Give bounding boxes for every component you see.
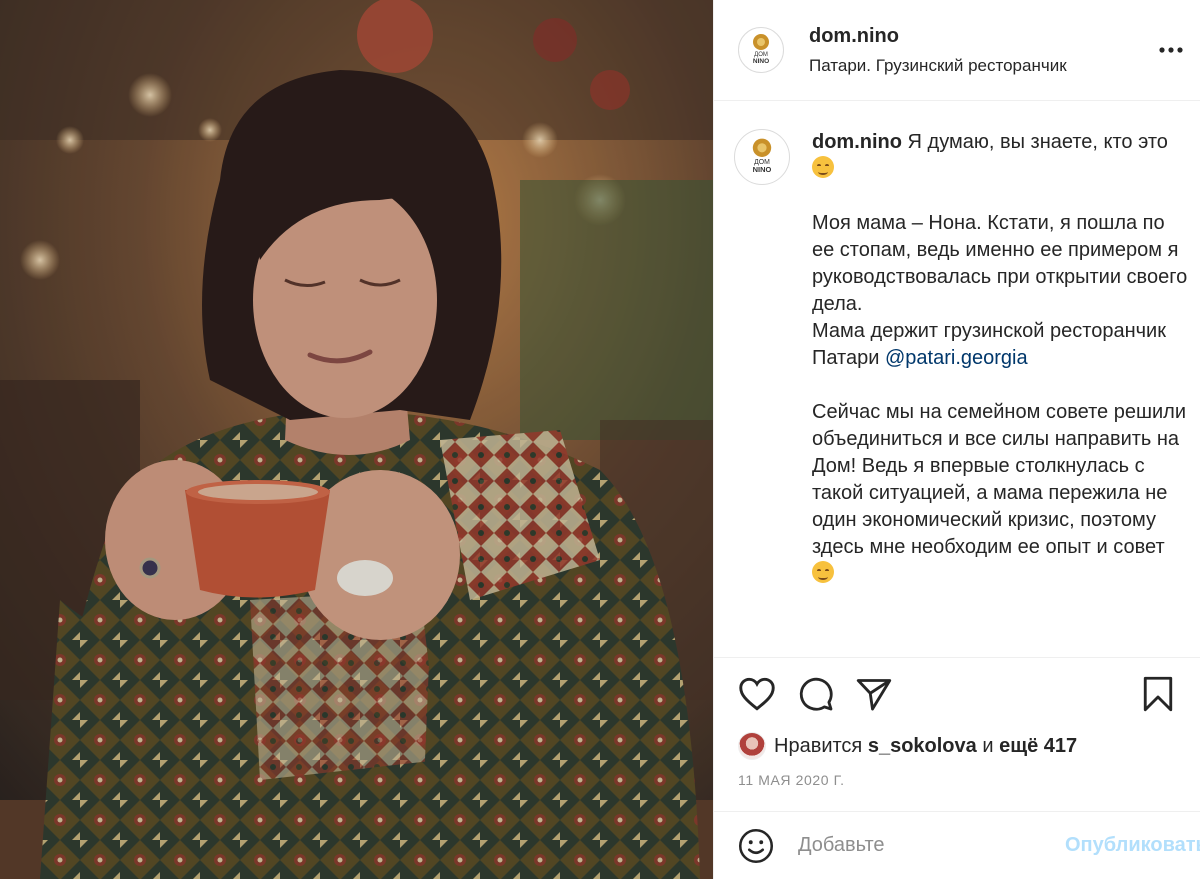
caption-area[interactable]: ДОМ NINO dom.nino Я думаю, вы знаете, кт… bbox=[714, 101, 1200, 658]
profile-avatar[interactable]: ДОМ NINO bbox=[738, 27, 784, 73]
comment-icon[interactable] bbox=[798, 676, 834, 712]
heart-icon[interactable] bbox=[738, 677, 776, 711]
relieved-emoji-icon bbox=[812, 156, 834, 178]
caption-paragraph-2a: Моя мама – Нона. Кстати, я пошла по ее с… bbox=[812, 212, 1188, 315]
likes-row: Нравится s_sokolova и ещё 417 bbox=[714, 730, 1200, 762]
caption-username[interactable]: dom.nino bbox=[812, 131, 902, 153]
header-location[interactable]: Патари. Грузинский ресторанчик bbox=[809, 56, 1067, 76]
svg-text:NINO: NINO bbox=[753, 165, 772, 174]
more-options-icon[interactable] bbox=[1159, 36, 1183, 59]
post-header: ДОМ NINO dom.nino Патари. Грузинский рес… bbox=[714, 0, 1200, 101]
likes-and: и bbox=[982, 734, 994, 757]
liker-username[interactable]: s_sokolova bbox=[868, 735, 977, 758]
photo-woman-with-cup bbox=[0, 0, 713, 879]
publish-button[interactable]: Опубликовать bbox=[1065, 834, 1200, 857]
liker-avatar[interactable] bbox=[738, 732, 766, 760]
dom-nino-logo: ДОМ NINO bbox=[753, 34, 769, 65]
smiley-icon[interactable] bbox=[738, 828, 774, 864]
header-username[interactable]: dom.nino bbox=[809, 25, 1067, 48]
likes-count[interactable]: ещё 417 bbox=[999, 735, 1077, 758]
post-photo[interactable] bbox=[0, 0, 713, 879]
likes-prefix: Нравится bbox=[774, 734, 863, 757]
header-text: dom.nino Патари. Грузинский ресторанчик bbox=[809, 25, 1067, 76]
caption-first-line: Я думаю, вы знаете, кто это bbox=[907, 131, 1168, 153]
caption-paragraph-3: Сейчас мы на семейном совете решили объе… bbox=[812, 401, 1187, 558]
instagram-post: ДОМ NINO dom.nino Патари. Грузинский рес… bbox=[0, 0, 1200, 879]
mention-link[interactable]: @patari.georgia bbox=[885, 347, 1028, 369]
caption-text: dom.nino Я думаю, вы знаете, кто это Моя… bbox=[812, 129, 1190, 588]
dom-nino-logo: ДОМ NINO bbox=[753, 138, 772, 174]
paper-plane-icon[interactable] bbox=[856, 677, 892, 711]
caption-avatar[interactable]: ДОМ NINO bbox=[734, 129, 790, 185]
post-sidebar: ДОМ NINO dom.nino Патари. Грузинский рес… bbox=[713, 0, 1200, 879]
action-bar bbox=[714, 658, 1200, 730]
post-date[interactable]: 11 МАЯ 2020 Г. bbox=[714, 772, 1200, 802]
relieved-emoji-icon bbox=[812, 561, 834, 583]
bookmark-icon[interactable] bbox=[1142, 676, 1174, 717]
comment-input[interactable] bbox=[796, 833, 1065, 858]
add-comment-bar: Опубликовать bbox=[714, 811, 1200, 879]
svg-text:NINO: NINO bbox=[753, 58, 769, 65]
